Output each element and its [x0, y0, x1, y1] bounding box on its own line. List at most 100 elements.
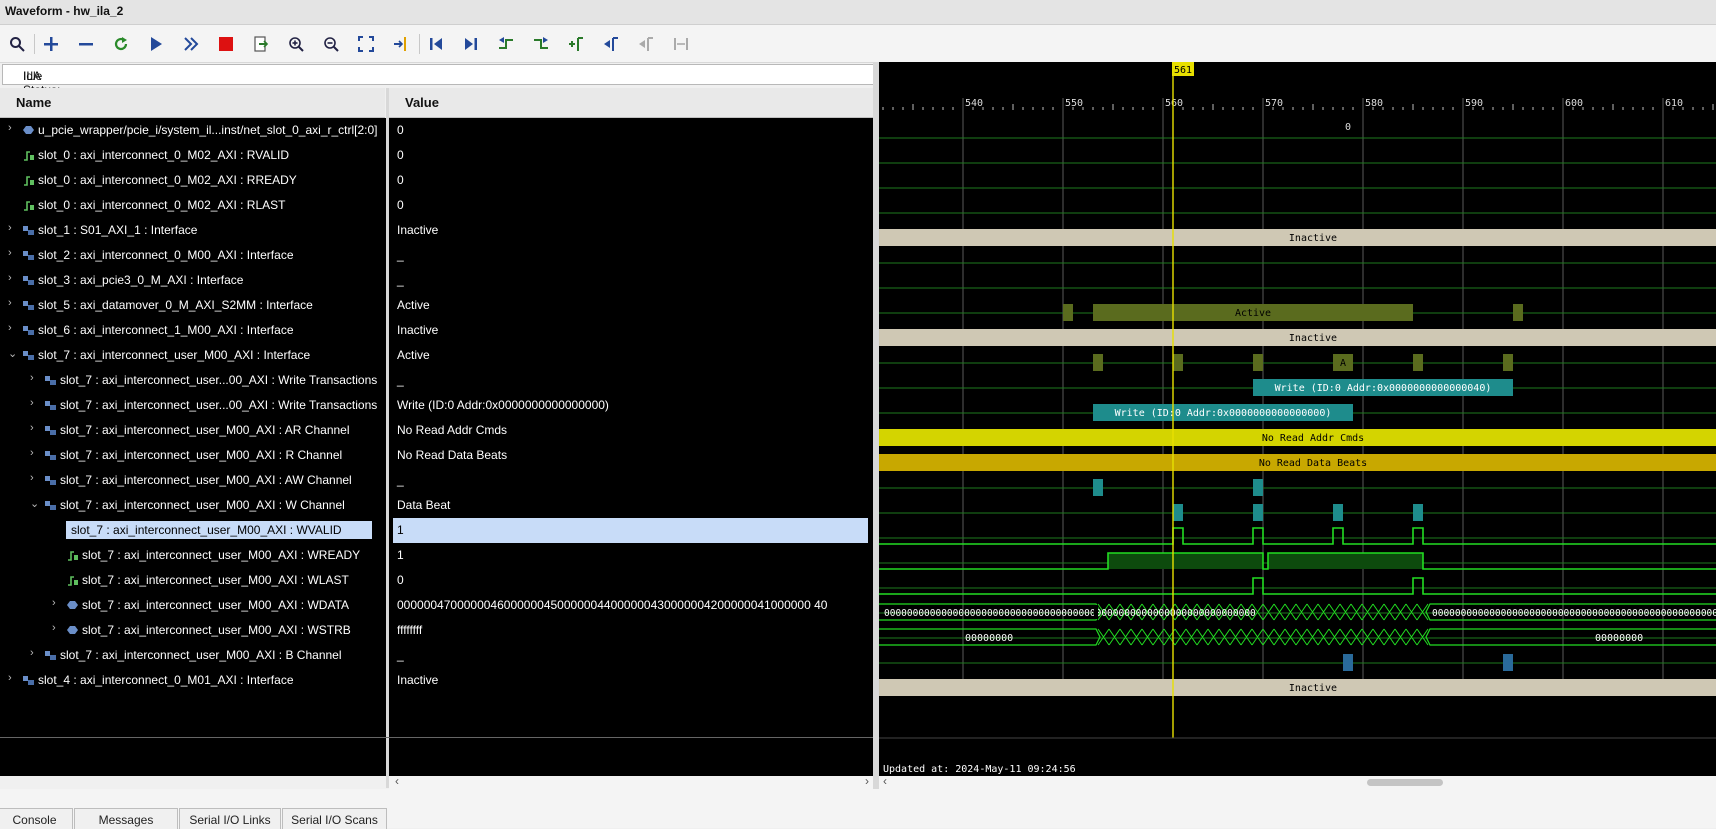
export-icon[interactable]: [251, 34, 271, 54]
collapse-chevron-icon[interactable]: ⌄: [8, 347, 18, 360]
signal-value-row[interactable]: Inactive: [397, 668, 871, 693]
signal-value-row[interactable]: _: [397, 468, 871, 493]
tab-serial-io-scans[interactable]: Serial I/O Scans: [282, 808, 387, 829]
signal-value-row[interactable]: 0: [397, 568, 871, 593]
value-column-header[interactable]: Value: [389, 88, 873, 118]
signal-name-row[interactable]: › slot_7 : axi_interconnect_user_M00_AXI …: [0, 468, 385, 493]
signal-name-row[interactable]: › slot_4 : axi_interconnect_0_M01_AXI : I…: [0, 668, 385, 693]
signal-value-row[interactable]: 0: [397, 143, 871, 168]
expand-chevron-icon[interactable]: ›: [8, 222, 18, 234]
signal-value-row[interactable]: 1: [397, 543, 871, 568]
signal-value-row[interactable]: _: [397, 368, 871, 393]
expand-chevron-icon[interactable]: ›: [8, 247, 18, 259]
add-marker-icon[interactable]: [566, 34, 586, 54]
name-column-header[interactable]: Name: [0, 88, 385, 118]
signal-value-row[interactable]: 0: [397, 168, 871, 193]
signal-name-row[interactable]: › slot_7 : axi_interconnect_user...00_AXI…: [0, 393, 385, 418]
tab-serial-io-links[interactable]: Serial I/O Links: [179, 808, 281, 829]
waveform-canvas[interactable]: 540 550 560 570 580 590 600 610 0 Inactive Inactiv…: [863, 62, 1716, 776]
signal-value-row[interactable]: _: [397, 243, 871, 268]
run-icon[interactable]: [146, 34, 166, 54]
expand-chevron-icon[interactable]: ›: [52, 597, 62, 609]
inactive-bar-label: Inactive: [1289, 683, 1337, 694]
wdata-value-label: 0000000000000000000000000000000000000000…: [884, 608, 1256, 619]
previous-marker-icon[interactable]: [601, 34, 621, 54]
expand-chevron-icon[interactable]: ›: [30, 422, 40, 434]
signal-value-row[interactable]: 1: [393, 518, 868, 543]
signal-value-row[interactable]: Data Beat: [397, 493, 871, 518]
scroll-left-icon[interactable]: ‹: [395, 774, 399, 788]
expand-chevron-icon[interactable]: ›: [30, 397, 40, 409]
search-icon[interactable]: [7, 34, 27, 54]
signal-value-row[interactable]: _: [397, 643, 871, 668]
wave-scroll-left-icon[interactable]: ‹: [883, 774, 887, 788]
signal-name-row[interactable]: slot_0 : axi_interconnect_0_M02_AXI : RR…: [0, 168, 385, 193]
signal-value-row[interactable]: No Read Data Beats: [397, 443, 871, 468]
add-icon[interactable]: [41, 34, 61, 54]
signal-name-row[interactable]: › slot_6 : axi_interconnect_1_M00_AXI : I…: [0, 318, 385, 343]
signal-name-row[interactable]: › u_pcie_wrapper/pcie_i/system_il...inst/…: [0, 118, 385, 143]
signal-name-row[interactable]: › slot_3 : axi_pcie3_0_M_AXI : Interface: [0, 268, 385, 293]
column-splitter[interactable]: [386, 88, 389, 788]
waveform-scroll-thumb[interactable]: [1367, 779, 1443, 786]
go-to-cursor-icon[interactable]: [391, 34, 411, 54]
expand-chevron-icon[interactable]: ›: [30, 447, 40, 459]
expand-chevron-icon[interactable]: ›: [8, 122, 18, 134]
zoom-out-icon[interactable]: [321, 34, 341, 54]
signal-value: 1: [397, 523, 404, 537]
signal-name-row[interactable]: ⌄ slot_7 : axi_interconnect_user_M00_AXI …: [0, 493, 385, 518]
expand-chevron-icon[interactable]: ›: [30, 472, 40, 484]
signal-name-row[interactable]: slot_7 : axi_interconnect_user_M00_AXI :…: [0, 568, 385, 593]
refresh-icon[interactable]: [111, 34, 131, 54]
expand-chevron-icon[interactable]: ›: [8, 272, 18, 284]
collapse-chevron-icon[interactable]: ⌄: [30, 497, 40, 510]
signal-value-row[interactable]: Inactive: [397, 318, 871, 343]
expand-chevron-icon[interactable]: ›: [30, 372, 40, 384]
expand-chevron-icon[interactable]: ›: [52, 622, 62, 634]
scroll-right-icon[interactable]: ›: [865, 774, 869, 788]
signal-name-row[interactable]: › slot_7 : axi_interconnect_user_M00_AXI …: [0, 643, 385, 668]
waveform-pane[interactable]: 540 550 560 570 580 590 600 610 0 Inactive Inactiv…: [863, 62, 1716, 776]
expand-chevron-icon[interactable]: ›: [8, 297, 18, 309]
signal-name-row[interactable]: ⌄ slot_7 : axi_interconnect_user_M00_AXI …: [0, 343, 385, 368]
signal-name-row[interactable]: › slot_7 : axi_interconnect_user_M00_AXI …: [0, 618, 385, 643]
go-to-start-icon[interactable]: [426, 34, 446, 54]
toolbar: [0, 25, 1716, 63]
signal-name-row[interactable]: slot_0 : axi_interconnect_0_M02_AXI : RV…: [0, 143, 385, 168]
signal-value-row[interactable]: 0: [397, 118, 871, 143]
signal-name-row[interactable]: › slot_7 : axi_interconnect_user...00_AXI…: [0, 368, 385, 393]
tab-console[interactable]: Console: [0, 808, 73, 829]
signal-value-row[interactable]: Active: [397, 343, 871, 368]
signal-name-row[interactable]: slot_0 : axi_interconnect_0_M02_AXI : RL…: [0, 193, 385, 218]
remove-icon[interactable]: [76, 34, 96, 54]
signal-name-row[interactable]: › slot_7 : axi_interconnect_user_M00_AXI …: [0, 418, 385, 443]
signal-value-row[interactable]: Active: [397, 293, 871, 318]
signal-value-row[interactable]: 0000004700000046000000450000004400000043…: [397, 593, 871, 618]
signal-name-row[interactable]: slot_7 : axi_interconnect_user_M00_AXI :…: [0, 543, 385, 568]
go-to-end-icon[interactable]: [461, 34, 481, 54]
tab-messages[interactable]: Messages: [74, 808, 178, 829]
signal-name-row[interactable]: › slot_7 : axi_interconnect_user_M00_AXI …: [0, 443, 385, 468]
expand-chevron-icon[interactable]: ›: [8, 322, 18, 334]
expand-chevron-icon[interactable]: ›: [8, 672, 18, 684]
expand-chevron-icon[interactable]: ›: [30, 647, 40, 659]
signal-value-row[interactable]: _: [397, 268, 871, 293]
signal-name-row[interactable]: › slot_2 : axi_interconnect_0_M00_AXI : I…: [0, 243, 385, 268]
value-horizontal-scrollbar[interactable]: ‹ ›: [389, 774, 873, 789]
signal-value-row[interactable]: Write (ID:0 Addr:0x0000000000000000): [397, 393, 871, 418]
signal-value-row[interactable]: ffffffff: [397, 618, 871, 643]
next-transition-icon[interactable]: [531, 34, 551, 54]
zoom-in-icon[interactable]: [286, 34, 306, 54]
zoom-fit-icon[interactable]: [356, 34, 376, 54]
previous-transition-icon[interactable]: [496, 34, 516, 54]
signal-name-row[interactable]: › slot_1 : S01_AXI_1 : Interface: [0, 218, 385, 243]
signal-name-row[interactable]: › slot_5 : axi_datamover_0_M_AXI_S2MM : I…: [0, 293, 385, 318]
signal-value-row[interactable]: Inactive: [397, 218, 871, 243]
stop-icon[interactable]: [216, 34, 236, 54]
signal-name-row[interactable]: slot_7 : axi_interconnect_user_M00_AXI :…: [0, 518, 385, 543]
run-immediate-icon[interactable]: [181, 34, 201, 54]
signal-name-row[interactable]: › slot_7 : axi_interconnect_user_M00_AXI …: [0, 593, 385, 618]
waveform-horizontal-scrollbar[interactable]: ‹: [879, 774, 1716, 789]
signal-value-row[interactable]: No Read Addr Cmds: [397, 418, 871, 443]
signal-value-row[interactable]: 0: [397, 193, 871, 218]
